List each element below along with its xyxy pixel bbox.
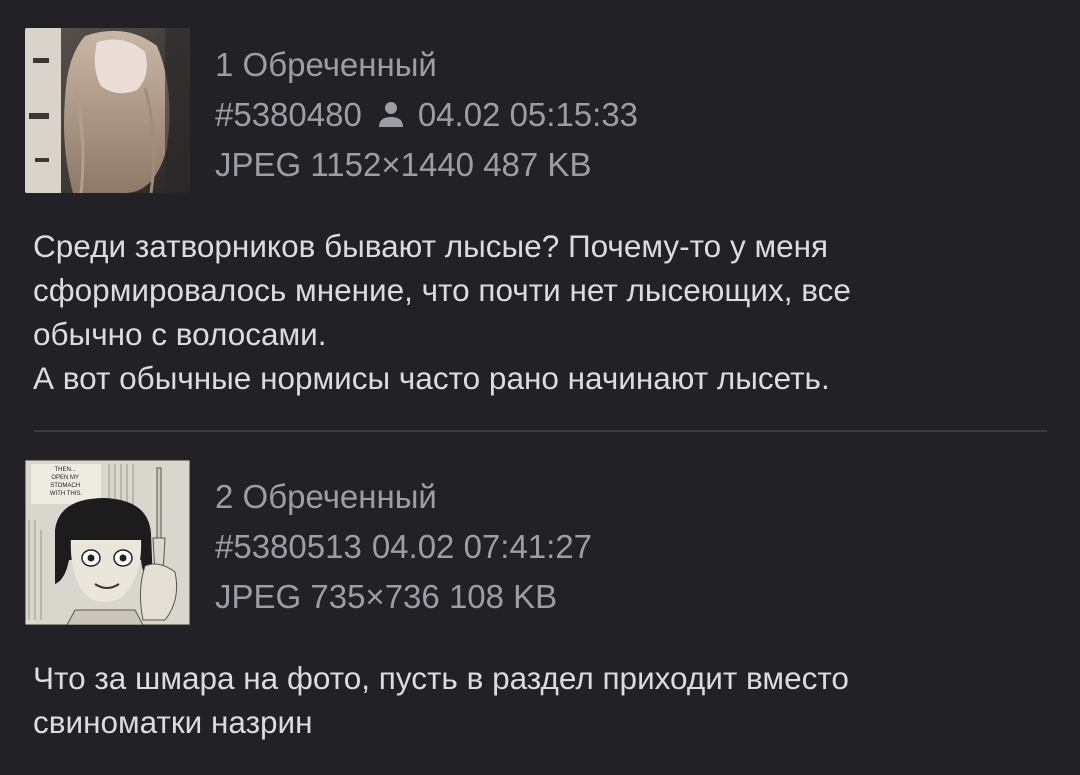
file-size: 108 KB <box>448 578 558 615</box>
post-1-file-row: JPEG 1152×1440 487 KB <box>215 140 638 190</box>
post-author: Обреченный <box>242 478 437 515</box>
post-2-thumbnail-image: THEN... OPEN MY STOMACH WITH THIS. <box>25 460 190 625</box>
person-icon <box>378 93 404 127</box>
file-dimensions: 1152×1440 <box>310 146 475 183</box>
post-author: Обреченный <box>242 46 437 83</box>
file-dimensions: 735×736 <box>310 578 440 615</box>
file-type: JPEG <box>215 146 302 183</box>
post-1-meta: 1 Обреченный #5380480 04.02 05:15:33 JPEG… <box>215 40 638 190</box>
post-2-meta: 2 Обреченный #5380513 04.02 07:41:27 JPEG… <box>215 472 592 622</box>
post-number: 2 <box>215 478 234 515</box>
thumb-caption-line-2: OPEN MY <box>51 475 79 481</box>
post-datetime: 04.02 05:15:33 <box>417 96 639 133</box>
thumb-caption-line-3: STOMACH <box>50 483 80 489</box>
thumb-caption-line-1: THEN... <box>54 467 76 473</box>
post-1-header-row: 1 Обреченный <box>215 40 638 90</box>
post-1-thumbnail-image <box>25 28 190 193</box>
post-2-header-row: 2 Обреченный <box>215 472 592 522</box>
file-size: 487 KB <box>483 146 592 183</box>
thumb-caption-line-4: WITH THIS. <box>50 491 83 497</box>
post-divider <box>34 430 1047 432</box>
post-id-link[interactable]: #5380513 <box>215 528 362 565</box>
file-type: JPEG <box>215 578 302 615</box>
post-2-thumbnail[interactable]: THEN... OPEN MY STOMACH WITH THIS. <box>25 460 190 625</box>
post-datetime: 04.02 07:41:27 <box>371 528 593 565</box>
post-2-id-row: #5380513 04.02 07:41:27 <box>215 522 592 572</box>
post-id-link[interactable]: #5380480 <box>215 96 362 133</box>
post-2-file-row: JPEG 735×736 108 KB <box>215 572 592 622</box>
post-1-id-row: #5380480 04.02 05:15:33 <box>215 90 638 140</box>
post-number: 1 <box>215 46 234 83</box>
post-1-comment: Среди затворников бывают лысые? Почему-т… <box>33 228 851 396</box>
post-1-thumbnail[interactable] <box>25 28 190 193</box>
post-2-comment: Что за шмара на фото, пусть в раздел при… <box>33 660 849 740</box>
